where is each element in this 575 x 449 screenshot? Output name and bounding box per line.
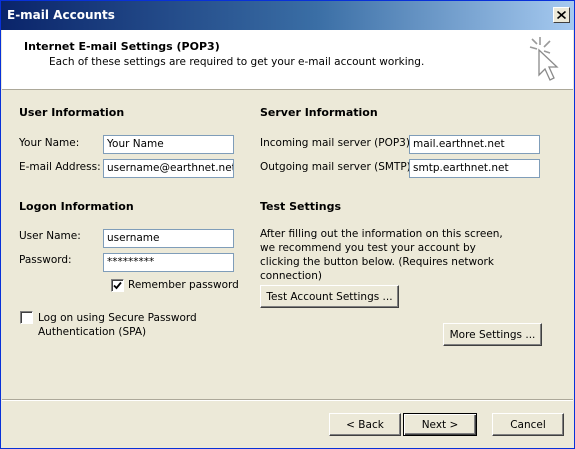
test-account-settings-button[interactable]: Test Account Settings ...	[260, 285, 399, 308]
checkmark-icon	[113, 281, 122, 290]
sparkle-cursor-icon	[529, 37, 559, 81]
next-button[interactable]: Next >	[403, 413, 477, 436]
remember-password-label[interactable]: Remember password	[128, 279, 239, 291]
user-info-heading: User Information	[19, 106, 125, 119]
password-label: Password:	[19, 254, 72, 266]
close-icon	[557, 11, 566, 19]
test-settings-heading: Test Settings	[260, 200, 342, 213]
bottom-divider	[2, 399, 573, 401]
user-name-field[interactable]: username	[103, 229, 234, 248]
back-button[interactable]: < Back	[329, 413, 401, 436]
spa-label[interactable]: Log on using Secure Password Authenticat…	[38, 311, 198, 339]
cancel-button[interactable]: Cancel	[492, 413, 564, 436]
remember-password-checkbox[interactable]	[111, 279, 124, 292]
user-name-label: User Name:	[19, 230, 81, 242]
header-subtitle: Each of these settings are required to g…	[49, 56, 425, 68]
email-address-field[interactable]: username@earthnet.net	[103, 159, 234, 178]
more-settings-button[interactable]: More Settings ...	[443, 323, 542, 346]
wizard-header: Internet E-mail Settings (POP3) Each of …	[2, 30, 573, 90]
server-info-heading: Server Information	[260, 106, 378, 119]
outgoing-server-label: Outgoing mail server (SMTP):	[260, 161, 415, 173]
password-field[interactable]: *********	[103, 253, 234, 272]
email-address-label: E-mail Address:	[19, 161, 101, 173]
your-name-field[interactable]: Your Name	[103, 135, 234, 154]
test-settings-description: After filling out the information on thi…	[260, 228, 503, 282]
header-title: Internet E-mail Settings (POP3)	[24, 40, 220, 53]
close-button[interactable]	[553, 7, 570, 23]
title-bar[interactable]: E-mail Accounts	[1, 1, 574, 30]
logon-info-heading: Logon Information	[19, 200, 134, 213]
incoming-server-field[interactable]: mail.earthnet.net	[409, 135, 540, 154]
incoming-server-label: Incoming mail server (POP3):	[260, 137, 414, 149]
outgoing-server-field[interactable]: smtp.earthnet.net	[409, 159, 540, 178]
your-name-label: Your Name:	[19, 137, 80, 149]
window-title: E-mail Accounts	[7, 8, 115, 22]
email-accounts-window: E-mail Accounts Internet E-mail Settings…	[0, 0, 575, 449]
spa-checkbox[interactable]	[20, 311, 33, 324]
